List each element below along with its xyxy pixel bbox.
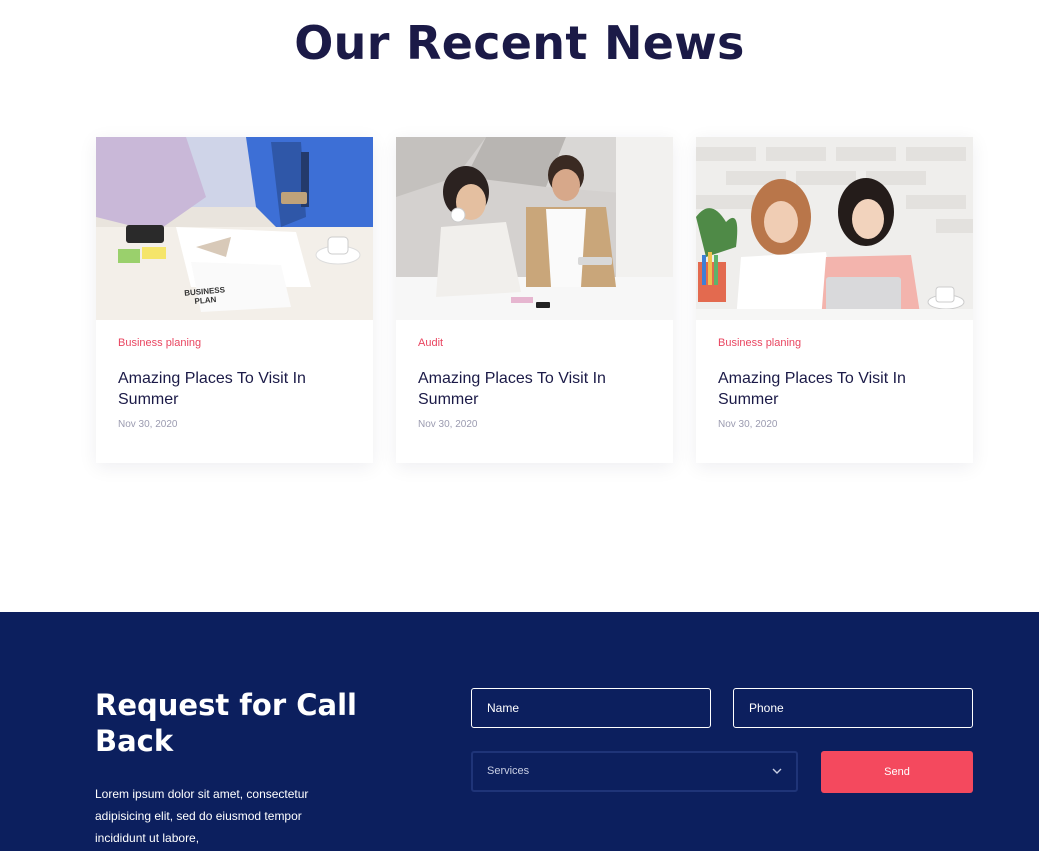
- card-date: Nov 30, 2020: [718, 419, 778, 430]
- recent-news-section: Our Recent News BUSINESS PLAN Business p…: [0, 0, 1039, 612]
- card-date: Nov 30, 2020: [418, 419, 478, 430]
- chevron-down-icon: [772, 768, 782, 774]
- colleagues-at-desk-photo: [396, 137, 673, 320]
- name-input[interactable]: [471, 688, 711, 728]
- news-card[interactable]: Audit Amazing Places To Visit In Summer …: [396, 137, 673, 463]
- card-category-link[interactable]: Business planing: [718, 337, 801, 349]
- section-title: Our Recent News: [294, 16, 745, 70]
- women-at-laptop-photo: [696, 137, 973, 320]
- card-category-link[interactable]: Business planing: [118, 337, 201, 349]
- services-select[interactable]: Services: [471, 751, 798, 792]
- card-category-link[interactable]: Audit: [418, 337, 443, 349]
- news-card[interactable]: BUSINESS PLAN Business planing Amazing P…: [96, 137, 373, 463]
- news-card-image[interactable]: [696, 137, 973, 320]
- callback-title: Request for Call Back: [95, 688, 357, 758]
- news-card-image[interactable]: BUSINESS PLAN: [96, 137, 373, 320]
- callback-description: Lorem ipsum dolor sit amet, consectetur …: [95, 787, 309, 845]
- card-title-link[interactable]: Amazing Places To Visit In Summer: [118, 368, 358, 410]
- send-button[interactable]: Send: [821, 751, 973, 793]
- business-plan-meeting-photo: [96, 137, 373, 320]
- card-date: Nov 30, 2020: [118, 419, 178, 430]
- request-callback-section: Request for Call Back Lorem ipsum dolor …: [0, 612, 1039, 853]
- card-title-link[interactable]: Amazing Places To Visit In Summer: [418, 368, 658, 410]
- phone-input[interactable]: [733, 688, 973, 728]
- services-select-value: Services: [487, 765, 530, 777]
- news-card[interactable]: Business planing Amazing Places To Visit…: [696, 137, 973, 463]
- card-title-link[interactable]: Amazing Places To Visit In Summer: [718, 368, 958, 410]
- news-card-image[interactable]: [396, 137, 673, 320]
